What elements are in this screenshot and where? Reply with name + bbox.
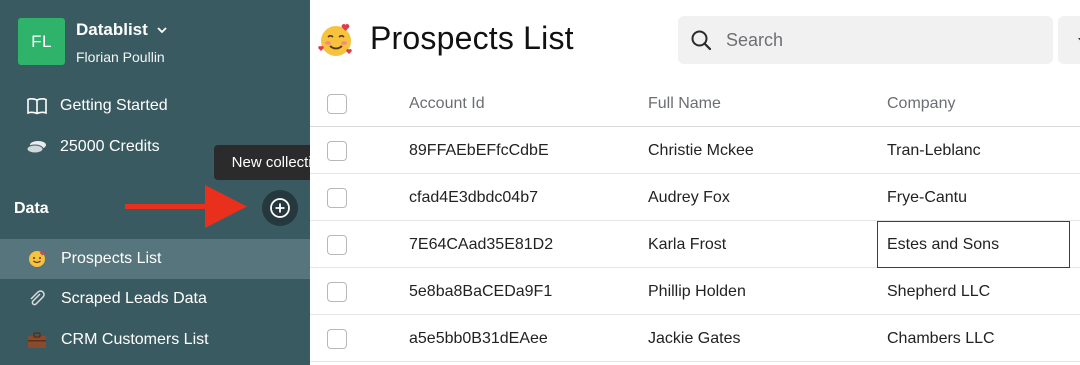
red-arrow-annotation bbox=[125, 185, 247, 228]
cell-full-name[interactable]: Audrey Fox bbox=[648, 174, 730, 221]
nav-label: Getting Started bbox=[60, 97, 168, 114]
cell-account-id[interactable]: 7E64CAad35E81D2 bbox=[409, 221, 553, 268]
column-header-full-name[interactable]: Full Name bbox=[648, 80, 721, 127]
plus-circle-icon bbox=[270, 198, 290, 218]
table-header-row: Account Id Full Name Company bbox=[310, 80, 1080, 127]
row-checkbox[interactable] bbox=[327, 282, 347, 302]
workspace-switcher[interactable]: FL Datablist Florian Poullin bbox=[18, 18, 168, 65]
book-icon bbox=[26, 95, 48, 117]
search-icon bbox=[691, 30, 712, 51]
workspace-name-label: Datablist bbox=[76, 20, 148, 39]
cell-account-id[interactable]: cfad4E3dbdc04b7 bbox=[409, 174, 538, 221]
sidebar: FL Datablist Florian Poullin Getting Sta… bbox=[0, 0, 346, 365]
row-checkbox[interactable] bbox=[327, 188, 347, 208]
search-bar[interactable] bbox=[678, 16, 1053, 64]
main-content: Prospects List Account Id Full Name Comp… bbox=[310, 0, 1080, 365]
collection-label: Prospects List bbox=[61, 250, 162, 267]
column-header-company[interactable]: Company bbox=[887, 80, 1080, 127]
row-checkbox[interactable] bbox=[327, 141, 347, 161]
table-row[interactable]: 7E64CAad35E81D2 Karla Frost Estes and So… bbox=[310, 221, 1080, 268]
table-row[interactable]: a5e5bb0B31dEAee Jackie Gates Chambers LL… bbox=[310, 315, 1080, 362]
collection-crm-customers-list[interactable]: CRM Customers List bbox=[0, 320, 310, 360]
cell-company[interactable]: Tran-Leblanc bbox=[887, 127, 1080, 174]
cell-company-selected[interactable]: Estes and Sons bbox=[877, 221, 1070, 268]
cell-full-name[interactable]: Jackie Gates bbox=[648, 315, 740, 362]
column-header-account-id[interactable]: Account Id bbox=[409, 80, 485, 127]
page-title: Prospects List bbox=[370, 20, 574, 56]
user-name: Florian Poullin bbox=[76, 49, 165, 65]
table-row[interactable]: 5e8ba8BaCEDa9F1 Phillip Holden Shepherd … bbox=[310, 268, 1080, 315]
chevron-down-icon[interactable] bbox=[156, 24, 168, 36]
smiling-face-hearts-icon bbox=[318, 24, 352, 56]
collection-label: Scraped Leads Data bbox=[61, 290, 207, 307]
table-row[interactable]: cfad4E3dbdc04b7 Audrey Fox Frye-Cantu bbox=[310, 174, 1080, 221]
workspace-name[interactable]: Datablist bbox=[76, 20, 168, 40]
paperclip-icon bbox=[26, 288, 48, 310]
table-row[interactable]: 89FFAEbEFfcCdbE Christie Mckee Tran-Lebl… bbox=[310, 127, 1080, 174]
avatar[interactable]: FL bbox=[18, 18, 65, 65]
select-all-checkbox[interactable] bbox=[327, 94, 347, 114]
cell-full-name[interactable]: Christie Mckee bbox=[648, 127, 754, 174]
collection-label: CRM Customers List bbox=[61, 331, 209, 348]
collection-prospects-list[interactable]: Prospects List bbox=[0, 239, 310, 279]
collection-scraped-leads-data[interactable]: Scraped Leads Data bbox=[0, 279, 310, 319]
cell-account-id[interactable]: 89FFAEbEFfcCdbE bbox=[409, 127, 549, 174]
cell-full-name[interactable]: Phillip Holden bbox=[648, 268, 746, 315]
row-checkbox[interactable] bbox=[327, 329, 347, 349]
search-input[interactable] bbox=[726, 29, 1026, 51]
cell-account-id[interactable]: a5e5bb0B31dEAee bbox=[409, 315, 548, 362]
smiling-face-hearts-icon bbox=[26, 248, 48, 270]
cell-company[interactable]: Frye-Cantu bbox=[887, 174, 1080, 221]
nav-credits[interactable]: 25000 Credits bbox=[26, 136, 160, 158]
search-options-dropdown[interactable] bbox=[1058, 16, 1080, 64]
cell-full-name[interactable]: Karla Frost bbox=[648, 221, 726, 268]
add-collection-button[interactable] bbox=[262, 190, 298, 226]
nav-getting-started[interactable]: Getting Started bbox=[26, 95, 168, 117]
section-label-data: Data bbox=[14, 200, 49, 217]
data-table: Account Id Full Name Company 89FFAEbEFfc… bbox=[310, 80, 1080, 362]
coins-icon bbox=[26, 136, 48, 158]
cell-account-id[interactable]: 5e8ba8BaCEDa9F1 bbox=[409, 268, 552, 315]
cell-company[interactable]: Chambers LLC bbox=[887, 315, 1080, 362]
briefcase-icon bbox=[26, 329, 48, 351]
cell-company[interactable]: Shepherd LLC bbox=[887, 268, 1080, 315]
nav-label: 25000 Credits bbox=[60, 138, 160, 155]
row-checkbox[interactable] bbox=[327, 235, 347, 255]
